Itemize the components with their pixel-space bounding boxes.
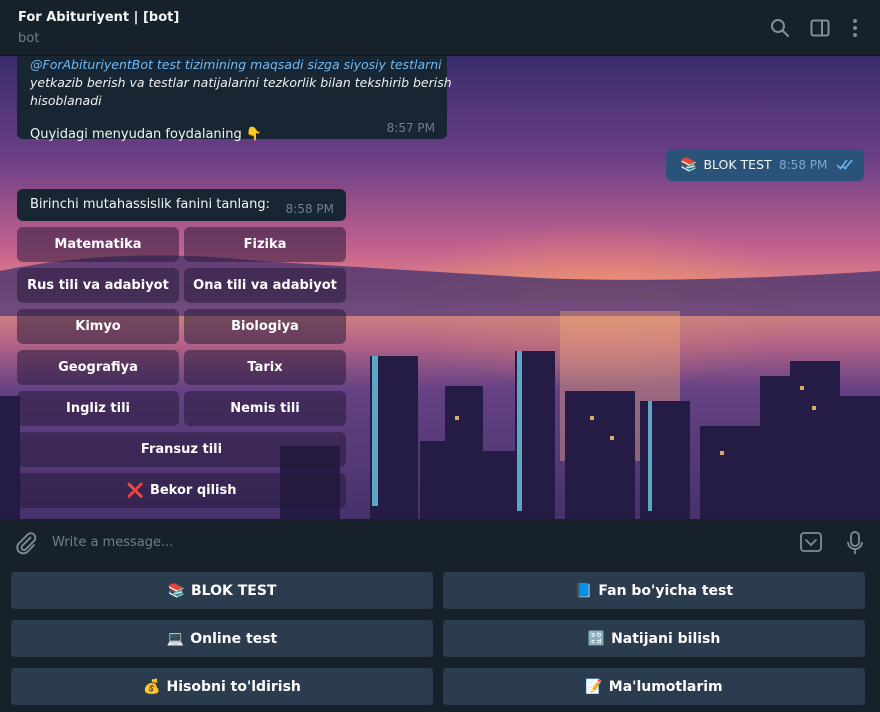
message-time: 8:58 PM [779,158,828,172]
blue-book-emoji-icon: 📘 [574,582,593,599]
laptop-emoji-icon: 💻 [166,630,185,647]
point-down-emoji-icon: 👇 [245,127,263,142]
reply-button-label: Hisobni to'ldirish [166,678,301,695]
reply-button-label: Fan bo'yicha test [598,582,734,599]
inline-button-fransuz-tili[interactable]: Fransuz tili [17,432,346,467]
inline-button-nemis-tili[interactable]: Nemis tili [184,391,346,426]
reply-button-natija[interactable]: 🔡 Natijani bilish [443,620,865,657]
reply-button-label: Online test [190,630,278,647]
prompt-text: Birinchi mutahassislik fanini tanlang: [30,197,270,212]
message-composer [0,519,880,566]
money-bag-emoji-icon: 💰 [143,678,161,695]
inline-button-geografiya[interactable]: Geografiya [17,350,179,385]
reply-button-label: BLOK TEST [190,582,277,599]
sidebar-toggle-icon[interactable] [809,17,831,39]
chat-title[interactable]: For Abituriyent | [bot] [18,10,179,25]
incoming-message-intro[interactable]: @ForAbituriyentBot test tizimining maqsa… [17,56,452,142]
cancel-label: Bekor qilish [149,483,237,498]
message-link-line[interactable]: @ForAbituriyentBot test tizimining maqsa… [30,56,442,74]
paperclip-icon[interactable] [14,531,38,555]
search-icon[interactable] [769,17,791,39]
reply-button-malumot[interactable]: 📝 Ma'lumotlarim [443,668,865,705]
message-time: 8:58 PM [285,202,334,216]
reply-button-online-test[interactable]: 💻 Online test [11,620,433,657]
reply-button-fan-test[interactable]: 📘 Fan bo'yicha test [443,572,865,609]
inline-button-cancel[interactable]: ❌ Bekor qilish [17,473,346,508]
message-instruction-text: Quyidagi menyudan foydalaning [30,127,242,142]
reply-button-blok-test[interactable]: 📚 BLOK TEST [11,572,433,609]
memo-emoji-icon: 📝 [585,678,603,695]
chat-status: bot [18,31,40,46]
inline-button-matematika[interactable]: Matematika [17,227,179,262]
inline-button-biologiya[interactable]: Biologiya [184,309,346,344]
message-instruction: Quyidagi menyudan foydalaning 👇 [30,127,434,142]
inline-button-rus-tili[interactable]: Rus tili va adabiyot [17,268,179,303]
reply-button-hisob[interactable]: 💰 Hisobni to'ldirish [11,668,433,705]
inline-button-ingliz-tili[interactable]: Ingliz tili [17,391,179,426]
inline-button-kimyo[interactable]: Kimyo [17,309,179,344]
books-emoji-icon: 📚 [680,157,698,173]
inline-button-tarix[interactable]: Tarix [184,350,346,385]
keyboard-toggle-icon[interactable] [799,531,823,553]
microphone-icon[interactable] [845,530,865,556]
reply-button-label: Natijani bilish [611,630,721,647]
reply-keyboard: 📚 BLOK TEST 📘 Fan bo'yicha test 💻 Online te… [0,566,880,712]
outgoing-message-label: BLOK TEST [703,157,772,172]
more-vertical-icon[interactable] [844,17,866,39]
inline-button-ona-tili[interactable]: Ona tili va adabiyot [184,268,346,303]
message-input[interactable] [52,531,772,553]
message-text-line: yetkazib berish va testlar natijalarini … [30,75,452,90]
message-time: 8:57 PM [386,121,435,135]
outgoing-message-text: 📚 BLOK TEST [680,157,772,173]
message-text-line: hisoblanadi [30,93,102,108]
double-check-icon [836,159,853,170]
reply-button-label: Ma'lumotlarim [608,678,723,695]
outgoing-message[interactable]: 📚 BLOK TEST 8:58 PM [666,149,864,181]
cross-mark-icon: ❌ [126,482,144,499]
books-emoji-icon: 📚 [167,582,185,599]
inline-button-fizika[interactable]: Fizika [184,227,346,262]
abcd-emoji-icon: 🔡 [587,630,606,647]
chat-header: For Abituriyent | [bot] bot [0,0,880,56]
incoming-message-prompt[interactable]: Birinchi mutahassislik fanini tanlang: 8… [17,189,346,221]
chat-history[interactable]: @ForAbituriyentBot test tizimining maqsa… [0,56,880,519]
